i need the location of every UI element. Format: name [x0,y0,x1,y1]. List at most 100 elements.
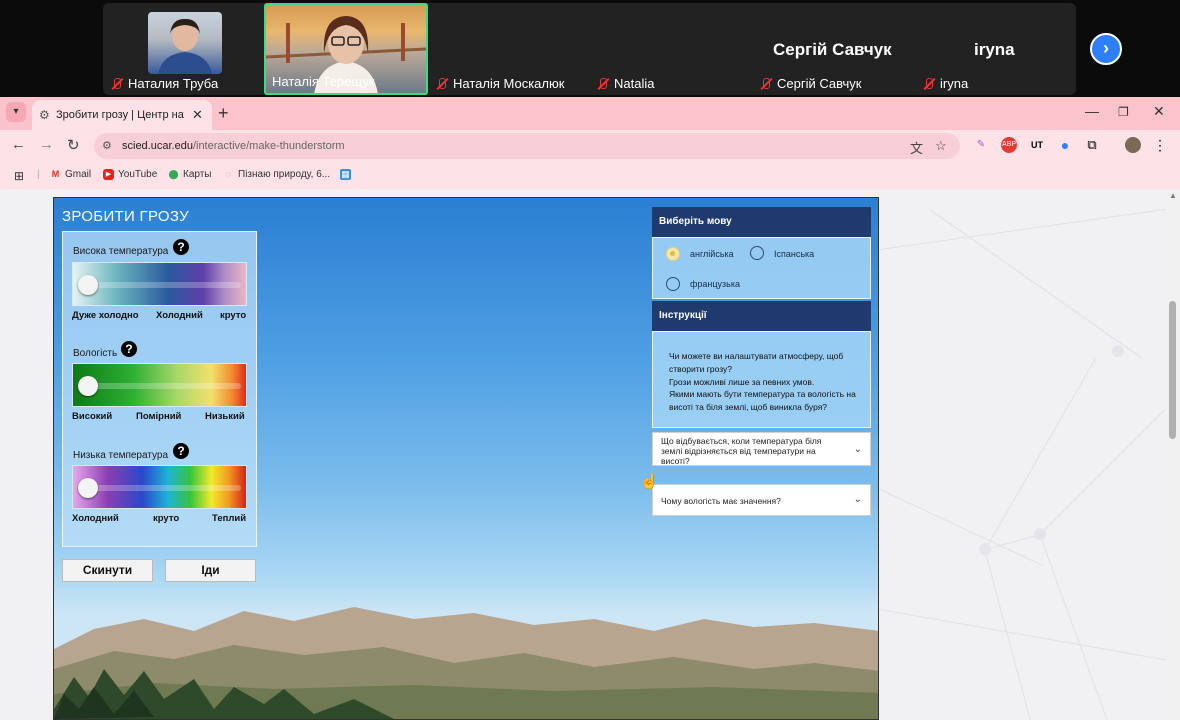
forward-icon[interactable]: → [39,136,54,153]
kebab-menu-icon[interactable]: ⋮ [1152,137,1168,153]
browser-chrome: ▾ ⚙ Зробити грозу | Центр науков ✕ + — ❐… [0,97,1180,189]
go-button[interactable]: Іди [165,559,256,582]
radio-label: Іспанська [774,249,815,259]
instructions-text: Чи можете ви налаштувати атмосферу, щоб … [669,351,856,413]
participant-video [148,12,222,74]
globe-icon: ◌ [225,169,232,179]
reset-button[interactable]: Скинути [62,559,153,582]
bookmark-gmail[interactable]: M Gmail [50,169,91,180]
circle-extension-icon[interactable]: ● [1057,137,1073,153]
gmail-icon: M [51,169,60,179]
tab-search-dropdown-icon[interactable]: ▾ [6,102,26,122]
gear-icon: ⚙ [39,108,50,122]
radio-french[interactable] [666,277,680,291]
participant-name: Наталія Терещук [272,74,375,89]
thunderstorm-simulation: ЗРОБИТИ ГРОЗУ Висока температура ? Дуже … [53,197,879,720]
bookmark-piznayu[interactable]: ◌ Пізнаю природу, 6... [223,169,330,180]
slider-track [85,282,241,288]
bg-network-line [929,209,1143,359]
puzzle-extensions-icon[interactable]: ⧉ [1084,137,1100,153]
participant-tile[interactable]: Сергій Савчук Сергій Савчук [755,3,905,95]
participant-tile[interactable]: Natalia [592,3,732,95]
video-call-bar: Наталия Труба Наталія Терещук Наталія Мо… [0,0,1180,97]
tab-strip: ▾ ⚙ Зробити грозу | Центр науков ✕ + — ❐… [0,97,1180,130]
bookmark-youtube[interactable]: ▶ YouTube [103,169,157,180]
toolbar: ← → ↻ ⚙ scied.ucar.edu/interactive/make-… [0,130,1180,162]
tab-title: Зробити грозу | Центр науков [56,109,184,121]
address-bar[interactable]: ⚙ scied.ucar.edu/interactive/make-thunde… [94,133,960,159]
ut-extension-icon[interactable]: UT [1029,137,1045,153]
bookmark-maps[interactable]: ⬤ Карты [168,169,211,180]
slider-knob[interactable] [78,275,98,295]
high-temp-slider[interactable] [72,262,247,306]
chevron-down-icon: ⌄ [853,444,862,455]
mic-muted-icon [922,77,936,91]
radio-english[interactable] [666,247,680,261]
scroll-up-icon[interactable]: ▲ [1169,191,1177,200]
slider-knob[interactable] [78,478,98,498]
close-tab-icon[interactable]: ✕ [192,107,203,123]
chevron-right-icon[interactable]: › [1090,33,1122,65]
help-icon[interactable]: ? [173,239,189,255]
url-text: scied.ucar.edu/interactive/make-thunders… [122,140,345,152]
site-info-icon[interactable]: ⚙ [102,139,112,152]
restore-icon[interactable]: ❐ [1118,105,1129,119]
profile-avatar[interactable] [1125,137,1141,153]
slider-label-humidity: Вологість [73,348,118,359]
participant-name: Наталия Труба [110,76,218,91]
accordion-humidity[interactable]: Чому вологість має значення? ⌄ [652,484,871,516]
radio-spanish[interactable] [750,246,764,260]
abp-extension-icon[interactable]: ABP [1001,137,1017,153]
instructions-panel: Чи можете ви налаштувати атмосферу, щоб … [652,331,871,428]
chevron-down-icon: ⌄ [853,494,862,505]
slider-track [85,383,241,389]
person-silhouette-icon [158,18,212,74]
participant-tile[interactable]: iryna iryna [918,3,1068,95]
bg-network-line [879,489,1044,566]
language-panel: англійська Іспанська французька [652,237,871,299]
mic-muted-icon [110,77,124,91]
mic-muted-icon [435,77,449,91]
minimize-icon[interactable]: — [1085,103,1099,119]
page-scrollbar[interactable]: ▲ [1166,189,1180,720]
sim-title: ЗРОБИТИ ГРОЗУ [62,208,189,225]
slider-track [85,485,241,491]
bg-network-line [985,358,1096,550]
bg-network-line [1039,534,1109,720]
close-window-icon[interactable]: ✕ [1153,103,1165,120]
scrollbar-thumb[interactable] [1169,301,1176,439]
participant-tile[interactable]: Наталія Москалюк [431,3,581,95]
slider-label-high-temp: Висока температура [73,246,169,257]
browser-tab-active[interactable]: ⚙ Зробити грозу | Центр науков ✕ [32,100,212,130]
bookmark-app[interactable]: ▦ [340,169,351,180]
help-icon[interactable]: ? [173,443,189,459]
instructions-header: Інструкції [652,301,871,331]
star-bookmark-icon[interactable]: ☆ [935,138,947,154]
mountain-landscape [54,607,878,719]
back-icon[interactable]: ← [11,136,26,153]
radio-label: французька [690,279,740,289]
reload-icon[interactable]: ↻ [67,136,80,154]
bookmarks-bar: ⊞ | M Gmail ▶ YouTube ⬤ Карты ◌ Пізнаю приро… [0,162,1180,189]
participant-big-name: Сергій Савчук [773,40,892,59]
pen-extension-icon[interactable]: ✎ [973,137,989,153]
slider-knob[interactable] [78,376,98,396]
hand-cursor-icon: ☝ [640,473,659,490]
language-header: Виберіть мову [652,207,871,237]
low-temp-slider[interactable] [72,465,247,509]
help-icon[interactable]: ? [121,341,137,357]
page-content: ▲ ЗРОБИТИ ГРОЗУ Висока температура ? Дуж… [0,189,1180,720]
apps-grid-icon[interactable]: ⊞ [14,169,24,183]
bg-network-line [1040,392,1180,535]
participant-tile-active[interactable]: Наталія Терещук [264,3,428,95]
slider-label-low-temp: Низька температура [73,450,169,461]
participant-tile[interactable]: Наталия Труба [106,3,224,95]
accordion-temperature-difference[interactable]: Що відбувається, коли температура біля з… [652,432,871,466]
participant-name: iryna [922,76,968,91]
new-tab-icon[interactable]: + [218,103,229,124]
humidity-slider[interactable] [72,363,247,407]
translate-icon[interactable]: 文 [910,138,923,157]
mic-muted-icon [759,77,773,91]
participant-name: Сергій Савчук [759,76,861,91]
bookmarks-divider: | [37,169,40,180]
